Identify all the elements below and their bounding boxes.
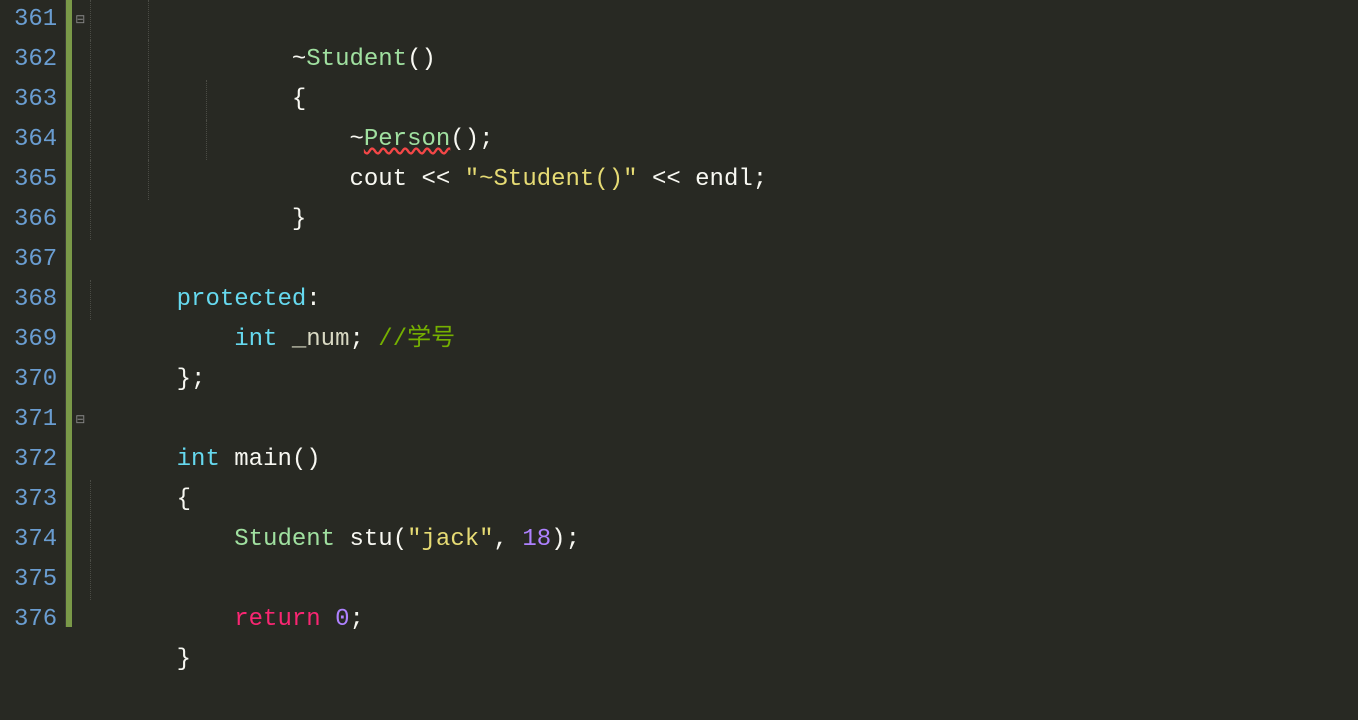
- code-line[interactable]: {: [90, 440, 1358, 480]
- code-line[interactable]: return 0;: [90, 560, 1358, 600]
- fold-spacer: [72, 600, 88, 640]
- code-line[interactable]: Student stu("jack", 18);: [90, 480, 1358, 520]
- line-number[interactable]: 362: [14, 40, 57, 80]
- fold-spacer: [72, 440, 88, 480]
- fold-spacer: [72, 40, 88, 80]
- fold-spacer: [72, 360, 88, 400]
- fold-spacer: [72, 160, 88, 200]
- fold-toggle-icon[interactable]: ⊟: [72, 400, 88, 440]
- code-line[interactable]: }: [90, 160, 1358, 200]
- code-line[interactable]: int _num; //学号: [90, 280, 1358, 320]
- line-number[interactable]: 371: [14, 400, 57, 440]
- fold-spacer: [72, 80, 88, 120]
- line-number[interactable]: 369: [14, 320, 57, 360]
- code-line[interactable]: [90, 200, 1358, 240]
- code-line[interactable]: ~Student(): [90, 0, 1358, 40]
- code-line[interactable]: };: [90, 320, 1358, 360]
- fold-spacer: [72, 200, 88, 240]
- code-text-area[interactable]: ~Student() { ~Person(); cout << "~Studen…: [88, 0, 1358, 627]
- code-line[interactable]: [90, 520, 1358, 560]
- brace-close: }: [177, 646, 191, 673]
- code-line[interactable]: ~Person();: [90, 80, 1358, 120]
- line-number[interactable]: 374: [14, 520, 57, 560]
- fold-spacer: [72, 240, 88, 280]
- fold-gutter: ⊟ ⊟: [72, 0, 88, 627]
- code-line[interactable]: cout << "~Student()" << endl;: [90, 120, 1358, 160]
- line-number[interactable]: 363: [14, 80, 57, 120]
- line-number[interactable]: 375: [14, 560, 57, 600]
- line-number[interactable]: 368: [14, 280, 57, 320]
- line-number[interactable]: 366: [14, 200, 57, 240]
- line-number[interactable]: 370: [14, 360, 57, 400]
- code-line[interactable]: }: [90, 600, 1358, 640]
- fold-spacer: [72, 560, 88, 600]
- code-line[interactable]: protected:: [90, 240, 1358, 280]
- fold-spacer: [72, 280, 88, 320]
- fold-spacer: [72, 520, 88, 560]
- fold-spacer: [72, 120, 88, 160]
- line-number[interactable]: 365: [14, 160, 57, 200]
- fold-toggle-icon[interactable]: ⊟: [72, 0, 88, 40]
- line-number[interactable]: 373: [14, 480, 57, 520]
- code-line[interactable]: int main(): [90, 400, 1358, 440]
- fold-spacer: [72, 320, 88, 360]
- code-editor: 361 362 363 364 365 366 367 368 369 370 …: [0, 0, 1358, 627]
- line-number[interactable]: 361: [14, 0, 57, 40]
- line-number[interactable]: 372: [14, 440, 57, 480]
- line-number-gutter: 361 362 363 364 365 366 367 368 369 370 …: [0, 0, 66, 627]
- code-line[interactable]: {: [90, 40, 1358, 80]
- line-number[interactable]: 367: [14, 240, 57, 280]
- line-number[interactable]: 364: [14, 120, 57, 160]
- line-number[interactable]: 376: [14, 600, 57, 640]
- code-line[interactable]: [90, 360, 1358, 400]
- fold-spacer: [72, 480, 88, 520]
